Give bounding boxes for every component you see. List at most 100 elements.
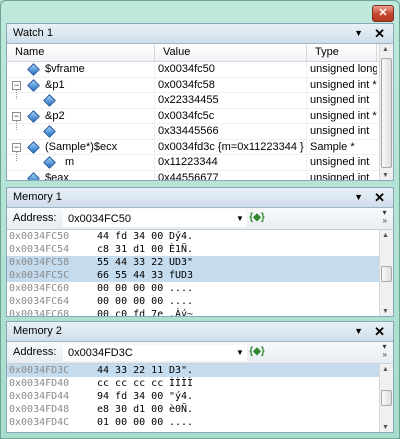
memory-address: 0x0034FC58 [9,257,70,268]
toolbar-overflow-icon[interactable]: ▾» [383,209,387,225]
memory-chars: Dý4. [169,231,194,242]
object-diamond-icon [27,171,40,180]
memory1-vertical-scrollbar[interactable]: ▲ ▼ [379,230,393,316]
memory-chars: .... [169,296,194,307]
memory1-address-bar: Address: 0x0034FC50 ▼ {◆} ▾» [7,208,393,230]
memory-address: 0x0034FC54 [9,244,70,255]
memory-line[interactable]: 0x0034FD40 cc cc cc cc ÌÌÌÌ [7,377,393,390]
watch-rows: $vframe 0x0034fc50 unsigned long − &p1 0x… [7,62,393,181]
dropdown-triangle-icon[interactable]: ▼ [354,322,363,341]
memory2-vertical-scrollbar[interactable]: ▲ ▼ [379,364,393,432]
memory-chars: È1Ñ. [169,244,194,255]
object-diamond-icon [43,94,56,107]
close-icon[interactable]: ✕ [374,24,385,43]
column-header-type[interactable]: Type [307,44,377,61]
memory-line[interactable]: 0x0034FD44 94 fd 34 00 "ý4. [7,390,393,403]
memory-line[interactable]: 0x0034FD4C 01 00 00 00.... [7,416,393,429]
watch-row[interactable]: 0x22334455 unsigned int [7,93,393,109]
watch-row-value[interactable]: 0x0034fc50 [155,62,307,77]
scrollbar-thumb[interactable] [381,266,392,282]
memory-chars: ÌÌÌÌ [169,378,194,389]
watch-row[interactable]: m 0x11223344 unsigned int [7,155,393,171]
memory-line-highlighted[interactable]: 0x0034FC58 55 44 33 22 UD3" [7,256,393,269]
watch-row[interactable]: − &p2 0x0034fc5c unsigned int * [7,108,393,124]
scrollbar-thumb[interactable] [381,390,392,406]
refresh-icon[interactable]: {◆} [249,212,265,226]
close-icon[interactable]: ✕ [374,188,385,207]
dropdown-triangle-icon[interactable]: ▼ [354,188,363,207]
watch-row-name: m [65,156,75,168]
memory-chars: fUD3 [169,270,194,281]
toolbar-overflow-icon[interactable]: ▾» [383,343,387,359]
address-label: Address: [13,346,57,358]
memory-line[interactable]: 0x0034FD48 e8 30 d1 00 è0Ñ. [7,403,393,416]
column-header-name[interactable]: Name [7,44,155,61]
watch-row-name: $eax [45,171,69,181]
object-diamond-icon [43,156,56,169]
memory-line[interactable]: 0x0034FC60 00 00 00 00.... [7,282,393,295]
watch-row[interactable]: 0x33445566 unsigned int [7,124,393,140]
collapse-icon[interactable]: − [12,111,21,121]
scroll-down-arrow-icon[interactable]: ▼ [382,308,389,315]
memory2-address-input[interactable]: 0x0034FD3C [63,345,247,361]
memory1-address-input[interactable]: 0x0034FC50 [63,211,247,227]
memory-line[interactable]: 0x0034FC64 00 00 00 00.... [7,295,393,308]
chevron-down-icon[interactable]: ▼ [236,348,244,357]
watch-row-value[interactable]: 0x0034fc5c [155,108,307,123]
memory-address: 0x0034FD4C [9,417,70,428]
watch-row-value[interactable]: 0x44556677 [155,170,307,180]
collapse-icon[interactable]: − [12,80,21,90]
memory1-lines: 0x0034FC50 44 fd 34 00 Dý4. 0x0034FC54 c8 3… [7,230,393,317]
memory-line[interactable]: 0x0034FC50 44 fd 34 00 Dý4. [7,230,393,243]
memory-line[interactable]: 0x0034FC54 c8 31 d1 00 È1Ñ. [7,243,393,256]
memory-line-highlighted[interactable]: 0x0034FC5C 66 55 44 33 fUD3 [7,269,393,282]
object-diamond-icon [27,63,40,76]
address-label: Address: [13,212,57,224]
watch-row-value[interactable]: 0x22334455 [155,93,307,108]
scroll-up-arrow-icon[interactable]: ▲ [382,366,389,373]
watch-row[interactable]: − &p1 0x0034fc58 unsigned int * [7,77,393,93]
watch-row-type: unsigned long [310,63,377,75]
watch-row-value[interactable]: 0x33445566 [155,124,307,139]
memory-address: 0x0034FC50 [9,231,70,242]
memory-bytes: 44 fd 34 00 [97,231,164,242]
watch-pane-title: Watch 1 [13,27,53,39]
scroll-down-arrow-icon[interactable]: ▼ [382,424,389,431]
watch-row-value[interactable]: 0x11223344 [155,155,307,170]
scroll-down-arrow-icon[interactable]: ▼ [382,172,389,179]
column-header-value[interactable]: Value [155,44,307,61]
watch-pane: Watch 1 ▼ ✕ Name Value Type $vframe 0x00… [6,23,394,181]
memory-chars: UD3" [169,257,194,268]
memory-line[interactable]: 0x0034FC68 00 c0 fd 7e .Àý~ [7,308,393,317]
scroll-up-arrow-icon[interactable]: ▲ [382,46,389,53]
chevron-down-icon[interactable]: ▼ [236,214,244,223]
watch-row[interactable]: $vframe 0x0034fc50 unsigned long [7,62,393,78]
watch-row[interactable]: − (Sample*)$ecx 0x0034fd3c {m=0x11223344 … [7,139,393,155]
scrollbar-thumb[interactable] [381,58,392,168]
watch-row-name: &p1 [45,78,65,91]
memory2-pane-title: Memory 2 [13,325,62,337]
refresh-icon[interactable]: {◆} [249,346,265,360]
memory2-pane-header: Memory 2 ▼ ✕ [7,322,393,342]
memory-address: 0x0034FD44 [9,391,70,402]
memory-bytes: 01 00 00 00 [97,417,164,428]
window-close-button[interactable]: ✕ [372,5,394,22]
memory2-pane: Memory 2 ▼ ✕ Address: 0x0034FD3C ▼ {◆} ▾… [6,321,394,433]
watch-row-value[interactable]: 0x0034fc58 [155,77,307,92]
scroll-up-arrow-icon[interactable]: ▲ [382,232,389,239]
memory-chars: .... [169,283,194,294]
watch-vertical-scrollbar[interactable]: ▲ ▼ [379,44,393,180]
watch-row-type: unsigned int [310,171,370,181]
watch-row[interactable]: $eax 0x44556677 unsigned int [7,170,393,181]
memory-address: 0x0034FC68 [9,309,70,317]
dropdown-triangle-icon[interactable]: ▼ [354,24,363,43]
watch-row-type: unsigned int * [310,109,377,122]
watch-row-value[interactable]: 0x0034fd3c {m=0x11223344 } [155,139,307,154]
close-icon[interactable]: ✕ [374,322,385,341]
collapse-icon[interactable]: − [12,142,21,152]
memory-bytes: 00 c0 fd 7e [97,309,164,317]
memory-line-highlighted[interactable]: 0x0034FD3C 44 33 22 11 D3". [7,364,393,377]
watch-row-type: unsigned int [310,94,370,106]
watch-row-name: (Sample*)$ecx [45,140,118,153]
memory-chars: "ý4. [169,391,194,402]
